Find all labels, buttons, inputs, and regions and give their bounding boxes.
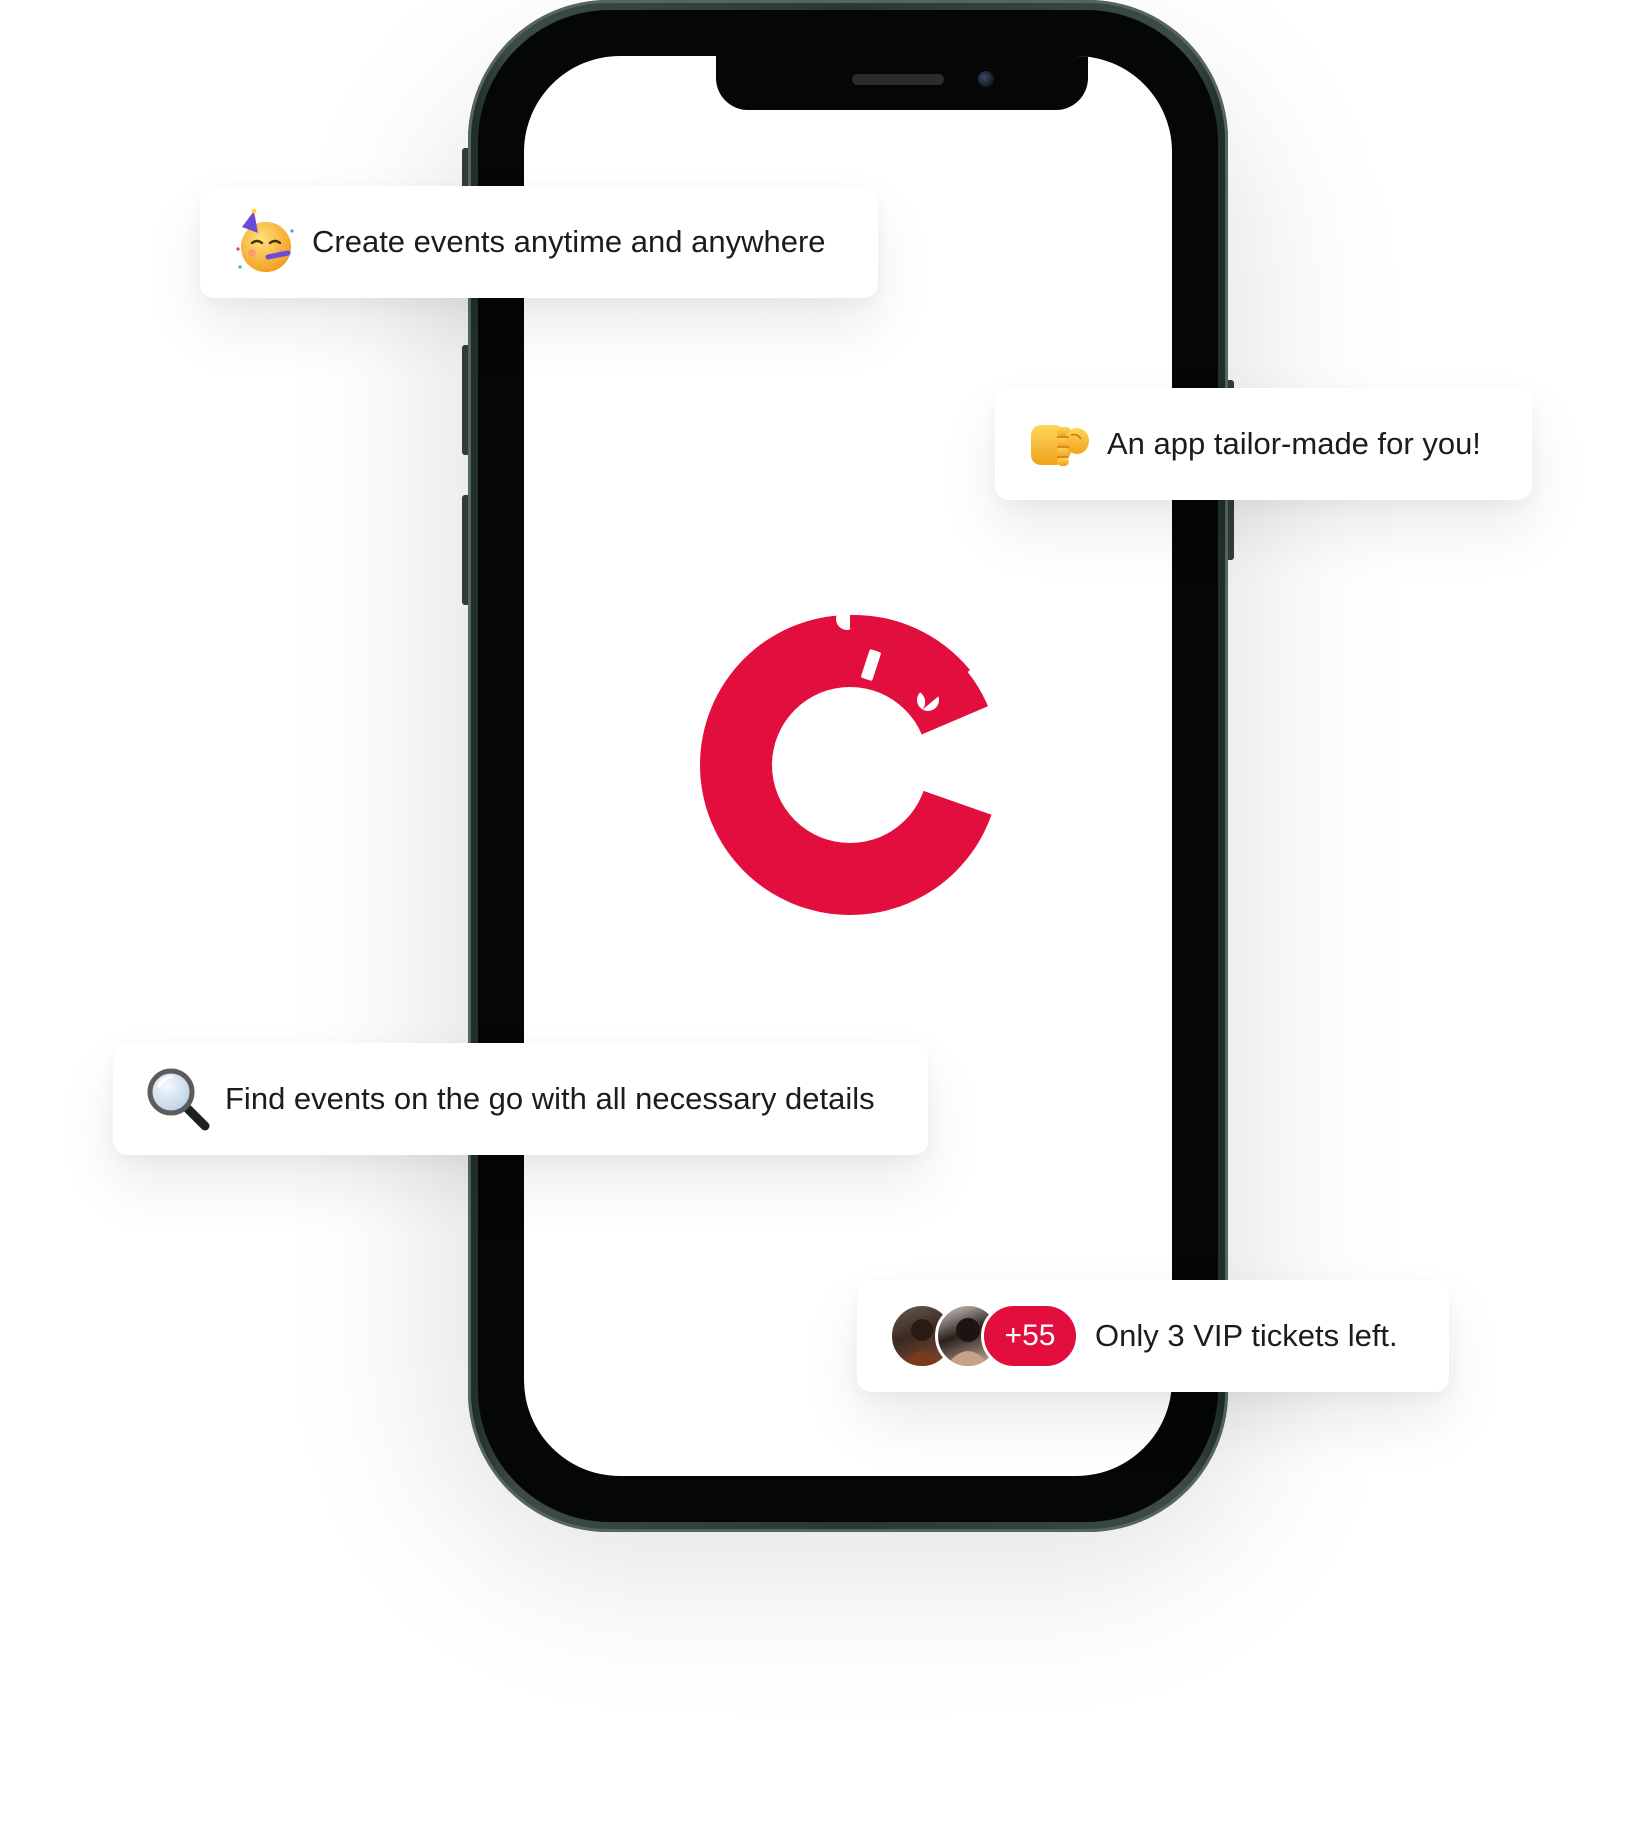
brand-c-ticket-icon (700, 614, 1000, 915)
front-camera (978, 71, 994, 87)
pointing-hand-emoji-icon (1031, 425, 1089, 466)
feature-card-text: An app tailor-made for you! (1107, 426, 1481, 461)
magnifying-glass-emoji-icon (147, 1068, 210, 1131)
attendee-avatars: +55 (889, 1303, 1079, 1369)
vip-tickets-card: +55 Only 3 VIP tickets left. (857, 1280, 1449, 1392)
phone-notch (716, 56, 1088, 110)
feature-card-find-events: Find events on the go with all necessary… (113, 1043, 928, 1155)
partying-face-emoji-icon (236, 209, 294, 272)
vip-tickets-text: Only 3 VIP tickets left. (1095, 1318, 1398, 1353)
feature-card-tailor-made: An app tailor-made for you! (995, 388, 1532, 500)
feature-card-text: Find events on the go with all necessary… (225, 1081, 875, 1116)
attendee-count-badge: +55 (981, 1303, 1079, 1369)
speaker-grille (852, 74, 944, 85)
feature-card-create-events: Create events anytime and anywhere (200, 186, 878, 298)
feature-card-text: Create events anytime and anywhere (312, 224, 826, 259)
